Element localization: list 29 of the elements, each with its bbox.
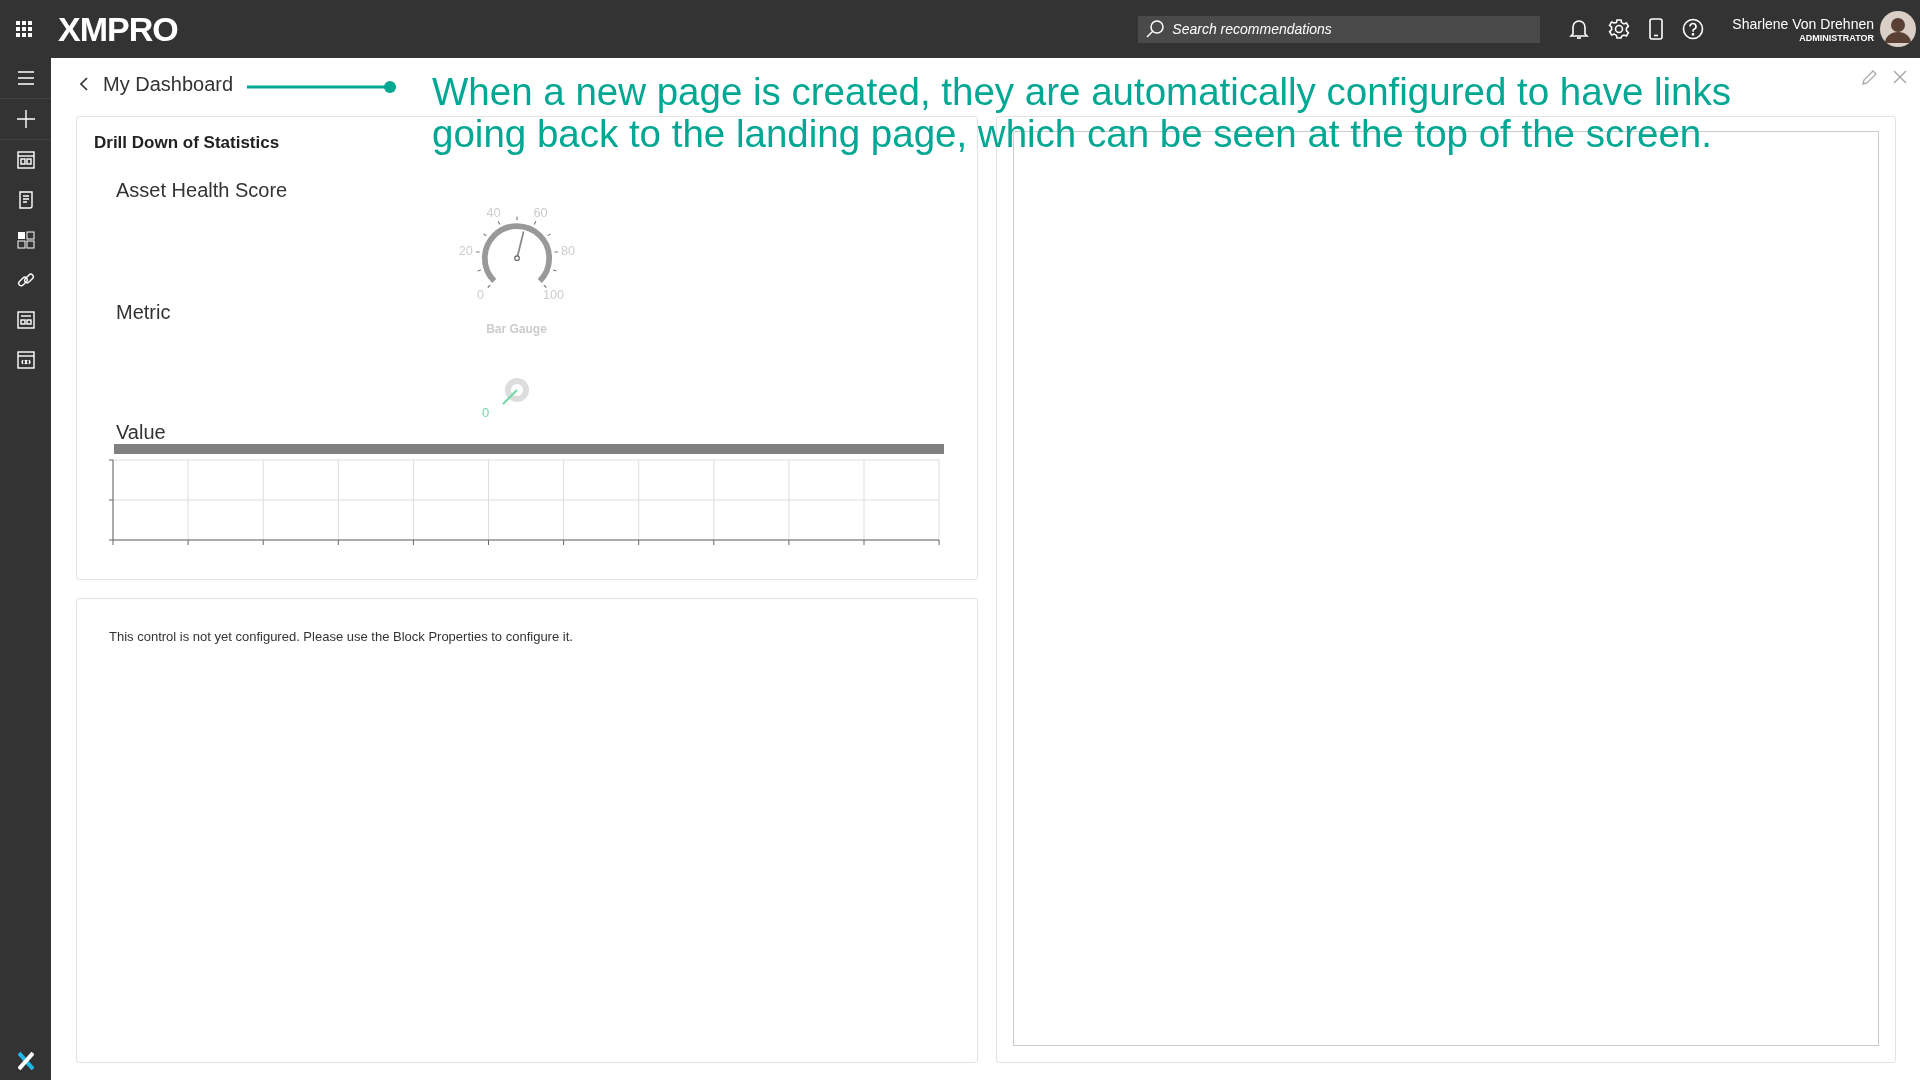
user-name: Sharlene Von Drehnen bbox=[1732, 15, 1874, 32]
search-field[interactable]: Search recommendations bbox=[1138, 15, 1541, 43]
search-icon bbox=[1146, 19, 1165, 38]
settings-icon[interactable] bbox=[1608, 18, 1631, 40]
bell-icon[interactable] bbox=[1569, 18, 1590, 40]
metric-label: Value bbox=[116, 421, 166, 444]
menu-icon[interactable] bbox=[16, 69, 35, 87]
message-text: This control is not yet configured. Please use the Block Properties to configure it. bbox=[109, 629, 574, 644]
user-role: ADMINISTRATOR bbox=[1798, 32, 1874, 43]
apps-icon[interactable] bbox=[16, 21, 32, 37]
back-link[interactable]: My Dashboard bbox=[80, 72, 234, 96]
gauge-value: 0 bbox=[481, 405, 490, 420]
calculator-icon[interactable] bbox=[16, 311, 35, 329]
link-icon[interactable] bbox=[16, 271, 35, 289]
chevron-icon bbox=[80, 77, 88, 91]
metric-label: Metric bbox=[116, 301, 171, 324]
grid-icon[interactable] bbox=[16, 231, 35, 249]
card-title: Drill Down of Statistics bbox=[94, 133, 280, 153]
phone-icon[interactable] bbox=[1649, 18, 1664, 40]
window-icon[interactable] bbox=[16, 351, 35, 369]
layout-icon[interactable] bbox=[16, 151, 35, 169]
logo-icon bbox=[17, 1052, 34, 1070]
avatar[interactable] bbox=[1880, 11, 1916, 47]
document-icon[interactable] bbox=[16, 191, 35, 209]
logo: XMPRO bbox=[58, 9, 178, 49]
metric-label: Asset Health Score bbox=[116, 179, 288, 202]
help-icon[interactable] bbox=[1682, 18, 1705, 40]
plus-icon[interactable] bbox=[16, 110, 35, 128]
annotation-text: When a new page is created, they are automatically configured to have links going back to the landing page, which can be seen at the top of the screen. bbox=[432, 71, 1733, 155]
